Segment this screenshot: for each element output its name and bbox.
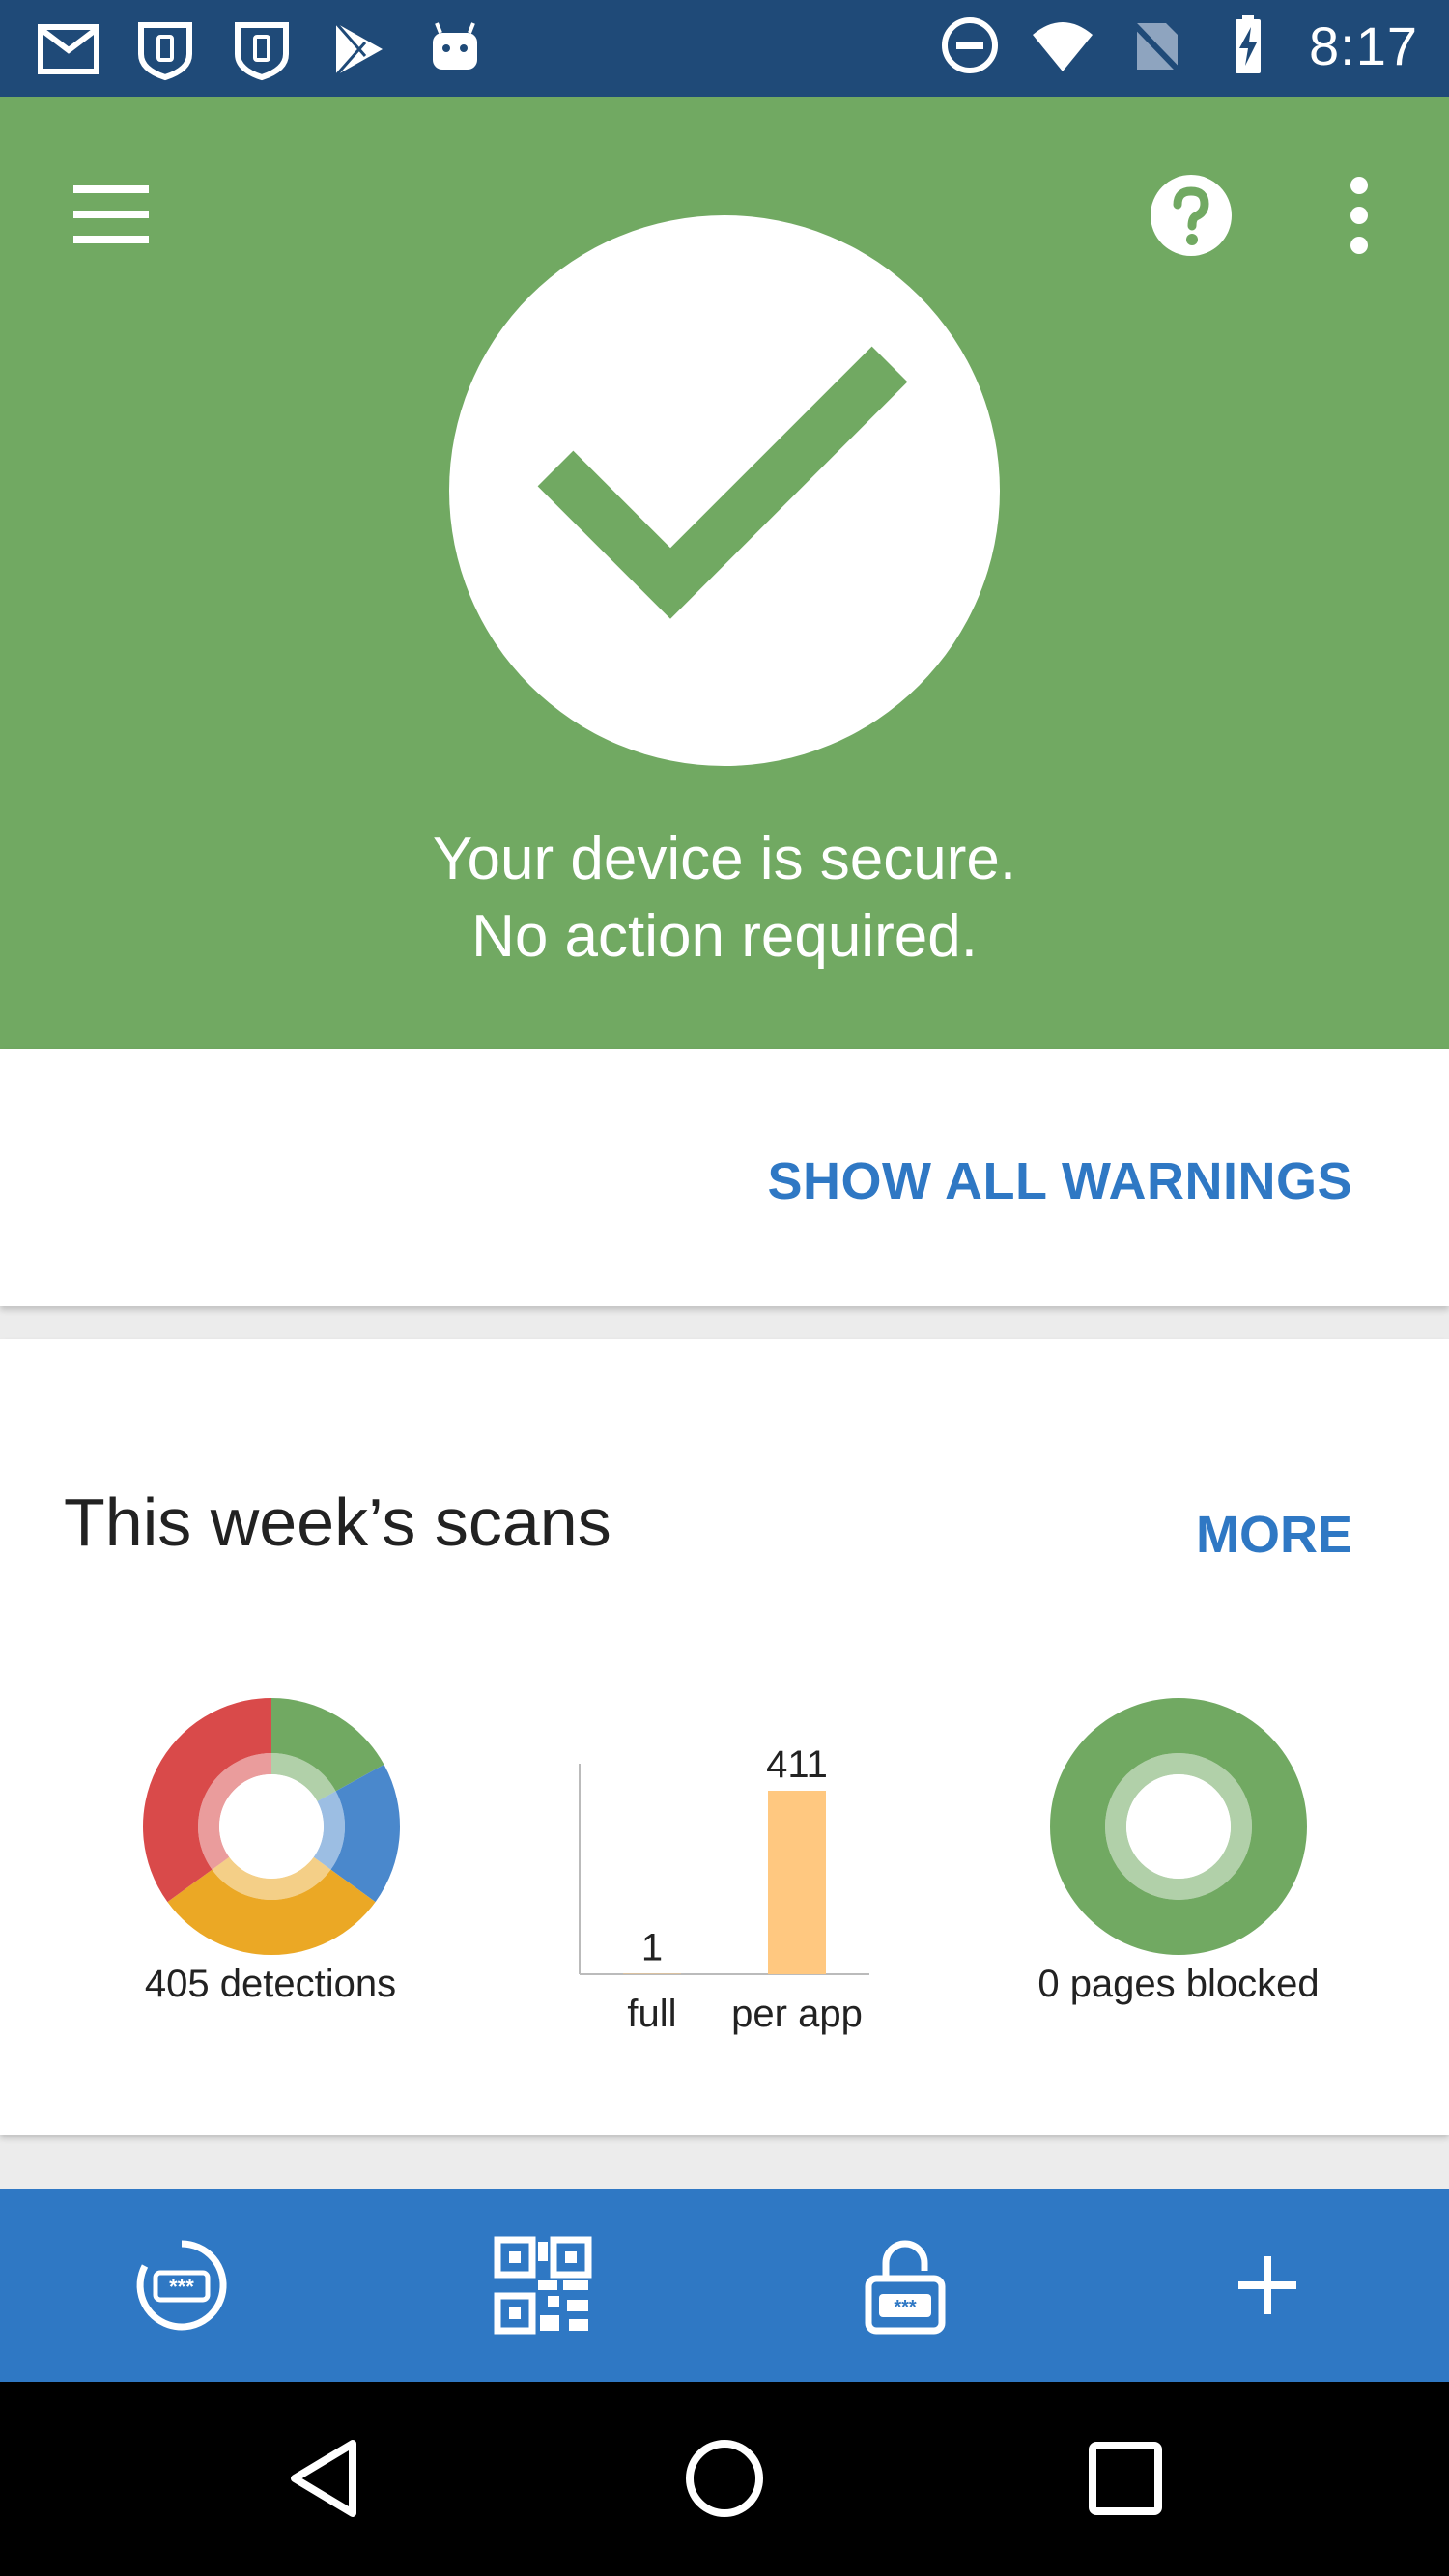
bar-per-app [768,1791,826,1974]
warnings-card: SHOW ALL WARNINGS [0,1049,1449,1306]
back-icon[interactable] [275,2430,372,2527]
detections-label: 405 detections [144,1963,397,2005]
status-line-2: No action required. [471,903,978,970]
more-vert-icon[interactable] [1325,172,1393,259]
bar-category-label: per app [731,1993,863,2035]
secure-status-badge [449,215,1000,766]
status-bar: 8:17 [0,0,1449,97]
app-screen: 8:17 Your device is secure. No action re… [0,0,1449,2576]
shield-icon [235,22,289,81]
svg-text:***: *** [169,2275,194,2299]
scans-title: This week’s scans [64,1485,611,1560]
status-time: 8:17 [1309,14,1418,76]
password-lock-icon[interactable]: *** [852,2232,958,2338]
bar-value-label: 411 [766,1743,828,1786]
battery-charging-icon [1236,15,1261,73]
menu-icon[interactable] [68,172,155,259]
recents-icon[interactable] [1077,2430,1174,2527]
wifi-icon [1033,22,1093,71]
password-scan-icon[interactable]: *** [128,2232,235,2338]
play-store-icon [334,22,383,76]
detections-donut-chart[interactable] [141,1696,402,1957]
bar-category-label: full [627,1993,676,2035]
gmail-icon [38,24,99,74]
android-icon [433,22,477,70]
scan-type-bar-chart[interactable]: 1 full 411 per app [541,1725,908,2053]
pages-blocked-label: 0 pages blocked [1037,1963,1320,2005]
no-sim-icon [1126,16,1184,76]
shield-icon [138,22,192,81]
checkmark-icon [537,346,908,619]
donut-hole [1126,1774,1231,1879]
home-icon[interactable] [676,2430,773,2527]
add-icon[interactable] [1214,2232,1321,2338]
status-line-1: Your device is secure. [432,826,1017,892]
scans-more-button[interactable]: MORE [1196,1505,1352,1565]
bar-value-label: 1 [641,1927,663,1969]
system-nav-bar [0,2382,1449,2576]
svg-text:***: *** [894,2297,917,2318]
donut-hole [219,1774,324,1879]
do-not-disturb-icon [942,17,998,73]
help-icon[interactable] [1148,172,1235,259]
feature-toolbar: *** *** [0,2189,1449,2382]
security-status-message: Your device is secure. No action require… [0,821,1449,976]
weekly-scans-card: This week’s scans MORE 405 detections 1 f… [0,1339,1449,2135]
security-status-panel: Your device is secure. No action require… [0,97,1449,1049]
show-all-warnings-button[interactable]: SHOW ALL WARNINGS [768,1151,1352,1211]
qr-code-icon[interactable] [490,2232,596,2338]
pages-blocked-donut-chart[interactable] [1048,1696,1309,1957]
